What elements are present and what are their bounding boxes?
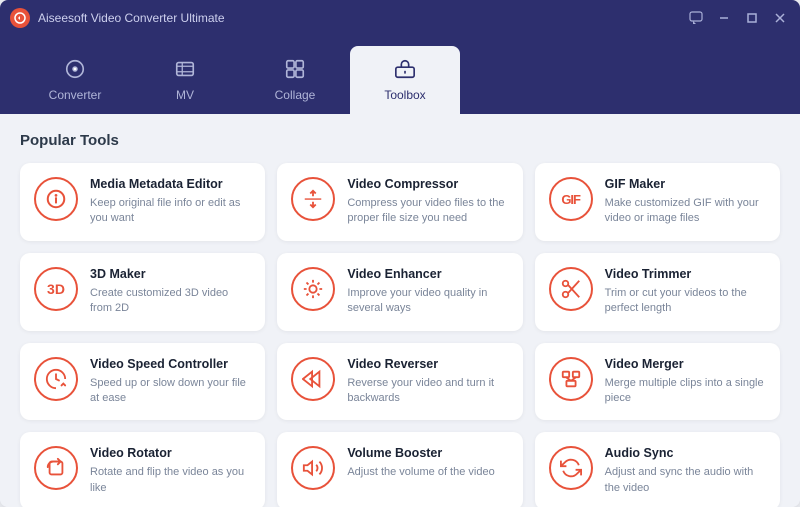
- tool-icon-speed: [34, 357, 78, 401]
- tab-mv[interactable]: MV: [130, 46, 240, 114]
- tool-name: Video Compressor: [347, 177, 508, 192]
- navbar: Converter MV Collage: [0, 36, 800, 114]
- tool-icon-enhance: [291, 267, 335, 311]
- tool-desc: Rotate and flip the video as you like: [90, 465, 251, 496]
- tool-info-rotator: Video Rotator Rotate and flip the video …: [90, 446, 251, 496]
- tool-desc: Adjust and sync the audio with the video: [605, 465, 766, 496]
- tool-desc: Improve your video quality in several wa…: [347, 286, 508, 317]
- tool-info-media-metadata: Media Metadata Editor Keep original file…: [90, 177, 251, 227]
- tool-info-sync: Audio Sync Adjust and sync the audio wit…: [605, 446, 766, 496]
- tab-toolbox-label: Toolbox: [384, 88, 425, 102]
- tool-3d-maker[interactable]: 3D 3D Maker Create customized 3D video f…: [20, 253, 265, 331]
- main-content: Popular Tools Media Metadata Editor Keep…: [0, 114, 800, 507]
- tool-name: Volume Booster: [347, 446, 508, 461]
- tool-desc: Make customized GIF with your video or i…: [605, 196, 766, 227]
- close-btn[interactable]: [770, 8, 790, 28]
- tool-icon-rotate: [34, 446, 78, 490]
- tool-video-speed[interactable]: Video Speed Controller Speed up or slow …: [20, 343, 265, 421]
- toolbox-icon: [394, 58, 416, 84]
- tool-info-merger: Video Merger Merge multiple clips into a…: [605, 357, 766, 407]
- tool-desc: Adjust the volume of the video: [347, 465, 508, 480]
- tool-icon-info: [34, 177, 78, 221]
- tool-info-trimmer: Video Trimmer Trim or cut your videos to…: [605, 267, 766, 317]
- tool-icon-trim: [549, 267, 593, 311]
- tool-name: Media Metadata Editor: [90, 177, 251, 192]
- tool-audio-sync[interactable]: Audio Sync Adjust and sync the audio wit…: [535, 432, 780, 507]
- tool-info-enhancer: Video Enhancer Improve your video qualit…: [347, 267, 508, 317]
- tool-icon-volume: [291, 446, 335, 490]
- tab-converter-label: Converter: [49, 88, 102, 102]
- tool-icon-3d: 3D: [34, 267, 78, 311]
- app-logo: [10, 8, 30, 28]
- tool-name: Video Reverser: [347, 357, 508, 372]
- tool-info-volume: Volume Booster Adjust the volume of the …: [347, 446, 508, 480]
- tools-grid: Media Metadata Editor Keep original file…: [20, 163, 780, 507]
- tool-name: GIF Maker: [605, 177, 766, 192]
- tool-video-rotator[interactable]: Video Rotator Rotate and flip the video …: [20, 432, 265, 507]
- tool-name: 3D Maker: [90, 267, 251, 282]
- tool-video-reverser[interactable]: Video Reverser Reverse your video and tu…: [277, 343, 522, 421]
- tab-collage[interactable]: Collage: [240, 46, 350, 114]
- tool-desc: Trim or cut your videos to the perfect l…: [605, 286, 766, 317]
- tool-desc: Keep original file info or edit as you w…: [90, 196, 251, 227]
- maximize-btn[interactable]: [742, 8, 762, 28]
- tool-desc: Speed up or slow down your file at ease: [90, 376, 251, 407]
- minimize-btn[interactable]: [714, 8, 734, 28]
- tool-icon-sync: [549, 446, 593, 490]
- app-window: Aiseesoft Video Converter Ultimate: [0, 0, 800, 507]
- tool-info-compressor: Video Compressor Compress your video fil…: [347, 177, 508, 227]
- tool-name: Audio Sync: [605, 446, 766, 461]
- section-title: Popular Tools: [20, 132, 780, 149]
- tab-converter[interactable]: Converter: [20, 46, 130, 114]
- titlebar: Aiseesoft Video Converter Ultimate: [0, 0, 800, 36]
- collage-icon: [284, 58, 306, 84]
- tool-info-reverser: Video Reverser Reverse your video and tu…: [347, 357, 508, 407]
- tool-desc: Create customized 3D video from 2D: [90, 286, 251, 317]
- tool-name: Video Merger: [605, 357, 766, 372]
- window-controls: [686, 8, 790, 28]
- tool-icon-gif: GIF: [549, 177, 593, 221]
- tab-collage-label: Collage: [275, 88, 316, 102]
- chat-icon-btn[interactable]: [686, 8, 706, 28]
- tab-toolbox[interactable]: Toolbox: [350, 46, 460, 114]
- tool-icon-reverse: [291, 357, 335, 401]
- tool-video-merger[interactable]: Video Merger Merge multiple clips into a…: [535, 343, 780, 421]
- tool-info-gif: GIF Maker Make customized GIF with your …: [605, 177, 766, 227]
- tool-gif-maker[interactable]: GIF GIF Maker Make customized GIF with y…: [535, 163, 780, 241]
- tool-desc: Reverse your video and turn it backwards: [347, 376, 508, 407]
- tool-name: Video Rotator: [90, 446, 251, 461]
- tool-icon-compress: [291, 177, 335, 221]
- tool-media-metadata-editor[interactable]: Media Metadata Editor Keep original file…: [20, 163, 265, 241]
- tool-info-3d: 3D Maker Create customized 3D video from…: [90, 267, 251, 317]
- converter-icon: [64, 58, 86, 84]
- tool-name: Video Trimmer: [605, 267, 766, 282]
- tool-desc: Compress your video files to the proper …: [347, 196, 508, 227]
- tool-video-trimmer[interactable]: Video Trimmer Trim or cut your videos to…: [535, 253, 780, 331]
- tool-desc: Merge multiple clips into a single piece: [605, 376, 766, 407]
- mv-icon: [174, 58, 196, 84]
- tool-volume-booster[interactable]: Volume Booster Adjust the volume of the …: [277, 432, 522, 507]
- window-title: Aiseesoft Video Converter Ultimate: [38, 11, 686, 25]
- tool-video-compressor[interactable]: Video Compressor Compress your video fil…: [277, 163, 522, 241]
- tool-name: Video Speed Controller: [90, 357, 251, 372]
- tab-mv-label: MV: [176, 88, 194, 102]
- tool-info-speed: Video Speed Controller Speed up or slow …: [90, 357, 251, 407]
- tool-icon-merge: [549, 357, 593, 401]
- tool-video-enhancer[interactable]: Video Enhancer Improve your video qualit…: [277, 253, 522, 331]
- tool-name: Video Enhancer: [347, 267, 508, 282]
